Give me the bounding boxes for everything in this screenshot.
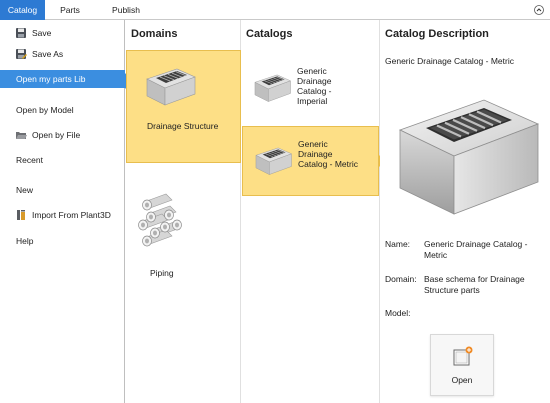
model-label: Model:: [385, 308, 411, 318]
save-label: Save: [32, 28, 52, 38]
domain-tile-piping[interactable]: Piping: [126, 190, 241, 290]
domain-tile-drainage-structure[interactable]: Drainage Structure: [126, 50, 247, 163]
domain-label-piping: Piping: [150, 268, 174, 278]
new-button[interactable]: New: [0, 180, 125, 200]
application-menu: Save Save As Open my parts Lib Open by M…: [0, 20, 132, 403]
catalog-label-imperial: Generic Drainage Catalog - Imperial: [297, 66, 332, 106]
domains-header: Domains: [131, 28, 178, 40]
open-by-model-label: Open by Model: [16, 105, 74, 115]
catalog-icon: [255, 147, 293, 175]
tab-publish[interactable]: Publish: [104, 0, 148, 20]
import-from-plant3d-button[interactable]: Import From Plant3D: [0, 205, 125, 225]
catalogs-column: Catalogs Generic Drainage Catalog - Impe…: [241, 20, 385, 403]
help-button[interactable]: Help: [0, 231, 125, 251]
open-catalog-icon: [453, 346, 473, 366]
help-label: Help: [16, 236, 34, 246]
save-button[interactable]: Save: [0, 23, 125, 43]
tab-parts[interactable]: Parts: [52, 0, 88, 20]
open-button-label: Open: [451, 375, 473, 385]
open-by-file-button[interactable]: Open by File: [0, 125, 125, 145]
recent-button[interactable]: Recent: [0, 150, 125, 170]
open-by-file-label: Open by File: [32, 130, 81, 140]
save-as-label: Save As: [32, 49, 64, 59]
drainage-structure-icon: [146, 68, 196, 106]
domains-column: Domains Drainage Structure Piping: [126, 20, 247, 403]
chevron-up-icon[interactable]: [534, 5, 544, 15]
catalog-preview-image: [398, 99, 540, 215]
open-my-parts-lib-label: Open my parts Lib: [16, 74, 86, 84]
piping-icon: [138, 193, 182, 247]
save-as-icon: [16, 49, 27, 59]
name-label: Name:: [385, 239, 411, 249]
import-from-plant3d-label: Import From Plant3D: [32, 210, 111, 220]
ribbon-bar: Catalog Parts Publish: [0, 0, 550, 20]
save-icon: [16, 28, 26, 38]
domain-value: Base schema for Drainage Structure parts: [424, 274, 525, 295]
domain-label-drainage-structure: Drainage Structure: [147, 121, 219, 131]
new-label: New: [16, 185, 34, 195]
catalog-description-title: Generic Drainage Catalog - Metric: [385, 56, 514, 66]
domain-label: Domain:: [385, 274, 417, 284]
open-button[interactable]: Open: [430, 334, 494, 396]
catalog-description-panel: Catalog Description Generic Drainage Cat…: [380, 20, 550, 403]
catalogs-header: Catalogs: [246, 28, 293, 40]
recent-label: Recent: [16, 155, 43, 165]
open-by-model-button[interactable]: Open by Model: [0, 100, 125, 120]
catalog-label-metric: Generic Drainage Catalog - Metric: [298, 139, 358, 169]
catalog-tile-metric[interactable]: Generic Drainage Catalog - Metric: [242, 126, 385, 196]
tab-catalog[interactable]: Catalog: [0, 0, 45, 20]
open-my-parts-lib-button[interactable]: Open my parts Lib: [0, 70, 132, 89]
catalog-tile-imperial[interactable]: Generic Drainage Catalog - Imperial: [242, 54, 379, 126]
catalog-description-header: Catalog Description: [385, 28, 489, 40]
folder-open-icon: [16, 132, 27, 139]
name-value: Generic Drainage Catalog - Metric: [424, 239, 528, 260]
import-icon: [17, 210, 25, 220]
catalog-icon: [254, 74, 292, 102]
save-as-button[interactable]: Save As: [0, 44, 125, 64]
